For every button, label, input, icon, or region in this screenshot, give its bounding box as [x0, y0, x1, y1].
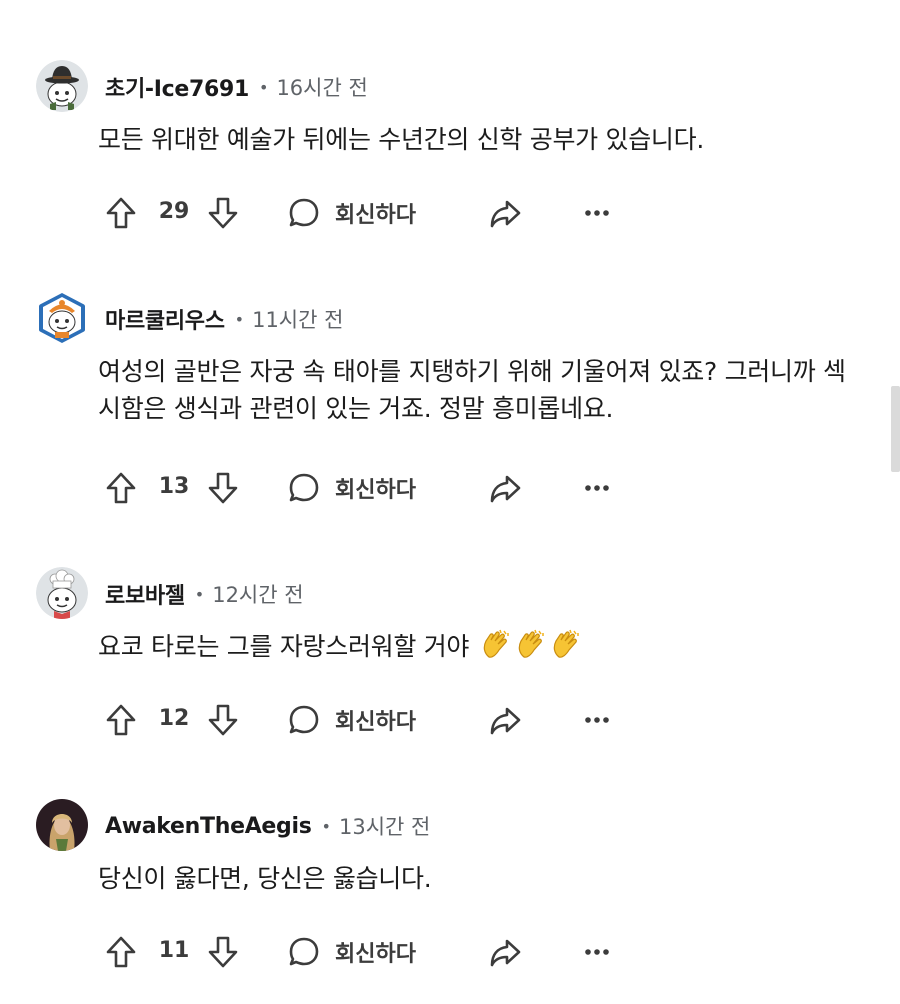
- separator-dot: •: [259, 77, 269, 97]
- separator-dot: •: [194, 584, 205, 604]
- vote-count: 13: [158, 474, 190, 499]
- snoo-hexagon-avatar: [39, 293, 85, 343]
- timestamp[interactable]: 16시간 전: [276, 72, 367, 102]
- share-icon[interactable]: [488, 702, 522, 738]
- share-icon[interactable]: [488, 195, 522, 231]
- separator-dot: •: [234, 309, 245, 329]
- comment-body: 여성의 골반은 자궁 속 태아를 지탱하기 위해 기울어져 있죠? 그러니까 섹…: [98, 357, 846, 423]
- reply-button[interactable]: 회신하다: [287, 934, 416, 970]
- clapping-hands-icon: [480, 629, 512, 671]
- timestamp[interactable]: 11시간 전: [252, 304, 343, 334]
- author-name[interactable]: 로보바젤: [105, 578, 185, 610]
- downvote-icon[interactable]: [206, 702, 240, 738]
- reply-button[interactable]: 회신하다: [287, 195, 416, 231]
- more-options-icon[interactable]: [580, 195, 614, 231]
- upvote-icon[interactable]: [104, 934, 138, 970]
- speech-bubble-icon: [289, 705, 319, 734]
- share-icon[interactable]: [488, 934, 522, 970]
- scrollbar-thumb[interactable]: [891, 386, 900, 472]
- speech-bubble-icon: [289, 937, 319, 966]
- comment-body: 모든 위대한 예술가 뒤에는 수년간의 신학 공부가 있습니다.: [98, 125, 704, 154]
- downvote-icon[interactable]: [206, 934, 240, 970]
- comment-actions: 11 회신하다: [0, 934, 900, 974]
- snoo-cowboy-hat-avatar: [36, 60, 88, 112]
- reply-label: 회신하다: [335, 478, 416, 503]
- speech-bubble-icon: [289, 473, 319, 502]
- downvote-icon[interactable]: [206, 470, 240, 506]
- author-name[interactable]: AwakenTheAegis: [105, 814, 312, 839]
- upvote-icon[interactable]: [104, 702, 138, 738]
- comment-header: 마르쿨리우스 • 11시간 전: [105, 303, 343, 335]
- more-options-icon[interactable]: [580, 934, 614, 970]
- comment-text: 요코 타로는 그를 자랑스러워할 거야: [98, 632, 470, 661]
- vote-count: 11: [158, 938, 190, 963]
- reply-label: 회신하다: [335, 203, 416, 228]
- comment-header: 초기-Ice7691 • 16시간 전: [105, 71, 368, 103]
- share-icon[interactable]: [488, 470, 522, 506]
- speech-bubble-icon: [289, 198, 319, 227]
- more-options-icon[interactable]: [580, 702, 614, 738]
- upvote-icon[interactable]: [104, 195, 138, 231]
- upvote-icon[interactable]: [104, 470, 138, 506]
- reply-button[interactable]: 회신하다: [287, 702, 416, 738]
- comment-body: 요코 타로는 그를 자랑스러워할 거야: [98, 628, 878, 671]
- user-avatar[interactable]: [36, 60, 88, 112]
- photo-avatar: [36, 799, 88, 851]
- comment-actions: 12 회신하다: [0, 702, 900, 742]
- comment-header: 로보바젤 • 12시간 전: [105, 578, 304, 610]
- vote-count: 12: [158, 706, 190, 731]
- clapping-hands-icon: [515, 629, 547, 671]
- clapping-hands-icon: [550, 629, 582, 671]
- reply-label: 회신하다: [335, 942, 416, 967]
- more-options-icon[interactable]: [580, 470, 614, 506]
- vote-count: 29: [158, 199, 190, 224]
- comment-actions: 29 회신하다: [0, 195, 900, 235]
- snoo-chef-avatar: [36, 567, 88, 619]
- reply-label: 회신하다: [335, 710, 416, 735]
- reply-button[interactable]: 회신하다: [287, 470, 416, 506]
- comment-actions: 13 회신하다: [0, 470, 900, 510]
- timestamp[interactable]: 12시간 전: [212, 579, 303, 609]
- author-name[interactable]: 초기-Ice7691: [105, 71, 249, 103]
- comment-header: AwakenTheAegis • 13시간 전: [105, 812, 430, 840]
- user-avatar[interactable]: [36, 292, 88, 344]
- user-avatar[interactable]: [36, 799, 88, 851]
- user-avatar[interactable]: [36, 567, 88, 619]
- comment-body: 당신이 옳다면, 당신은 옳습니다.: [98, 864, 432, 893]
- author-name[interactable]: 마르쿨리우스: [105, 303, 225, 335]
- separator-dot: •: [321, 816, 331, 836]
- downvote-icon[interactable]: [206, 195, 240, 231]
- timestamp[interactable]: 13시간 전: [339, 811, 430, 841]
